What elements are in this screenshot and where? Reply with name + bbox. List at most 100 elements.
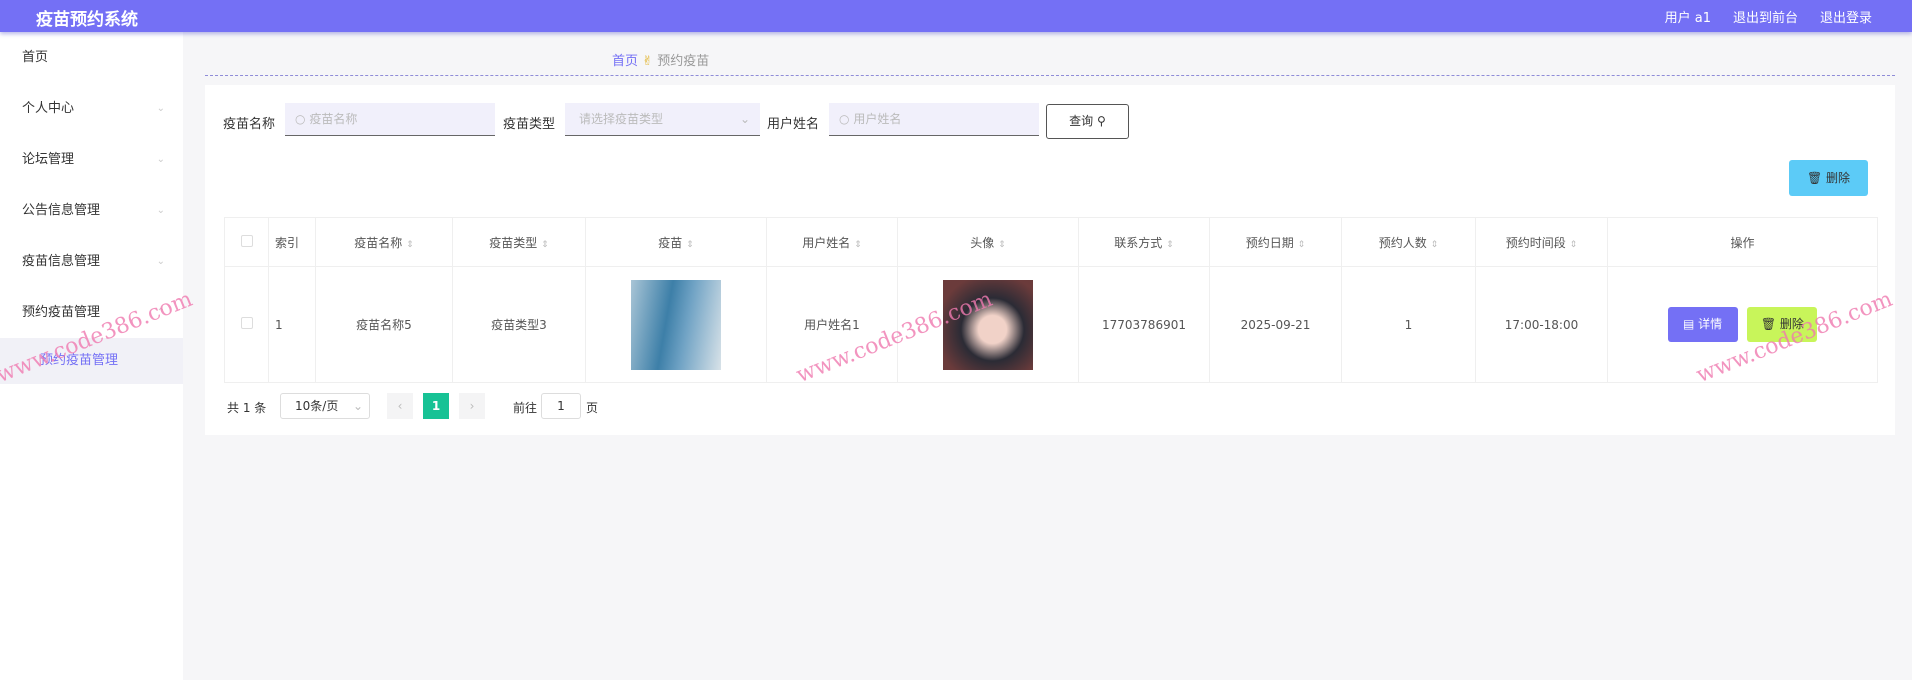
- chevron-down-icon: ⌄: [156, 103, 165, 114]
- sidebar-item-label: 首页: [22, 50, 49, 65]
- prev-page-button[interactable]: ‹: [387, 393, 413, 419]
- breadcrumb-home[interactable]: 首页: [612, 54, 638, 69]
- col-slot[interactable]: 预约时间段 ⇕: [1475, 217, 1608, 267]
- search-icon: ⚲: [1097, 114, 1106, 128]
- header-label: 预约时间段: [1505, 235, 1566, 250]
- user-name-label: 用户姓名: [767, 117, 820, 132]
- sidebar-item-vaccine-info[interactable]: 疫苗信息管理 ⌄: [0, 236, 183, 287]
- app-title: 疫苗预约系统: [36, 10, 138, 30]
- detail-button[interactable]: ▤ 详情: [1667, 307, 1738, 342]
- cell-name: 疫苗名称5: [315, 266, 453, 383]
- sort-icon: ⇕: [686, 239, 694, 250]
- sidebar-item-label: 个人中心: [22, 101, 75, 116]
- header-label: 头像: [970, 235, 995, 250]
- search-icon: ○: [839, 112, 850, 126]
- header-label: 预约人数: [1378, 235, 1427, 250]
- col-avatar[interactable]: 头像 ⇕: [897, 217, 1079, 267]
- divider: [205, 75, 1895, 76]
- goto-label: 前往: [513, 401, 538, 415]
- col-phone[interactable]: 联系方式 ⇕: [1078, 217, 1210, 267]
- user-name-input[interactable]: ○ 用户姓名: [829, 103, 1039, 136]
- cell-vaccine-image: [585, 266, 767, 383]
- sidebar-item-forum[interactable]: 论坛管理 ⌄: [0, 134, 183, 185]
- col-date[interactable]: 预约日期 ⇕: [1209, 217, 1342, 267]
- booking-table: 索引 疫苗名称 ⇕ 疫苗类型 ⇕ 疫苗 ⇕ 用户姓名 ⇕ 头像 ⇕ 联系方式 ⇕…: [224, 217, 1878, 383]
- goto-page-input[interactable]: 1: [541, 393, 581, 419]
- batch-delete-button[interactable]: 🗑 删除: [1789, 160, 1868, 196]
- sidebar-item-home[interactable]: 首页: [0, 32, 183, 83]
- cell-phone: 17703786901: [1078, 266, 1210, 383]
- breadcrumb-current: 预约疫苗: [657, 54, 710, 69]
- col-count[interactable]: 预约人数 ⇕: [1341, 217, 1476, 267]
- next-page-button[interactable]: ›: [459, 393, 485, 419]
- sort-icon: ⇕: [1166, 239, 1174, 250]
- page-size-select[interactable]: 10条/页 ⌄: [280, 393, 370, 419]
- header-label: 疫苗类型: [489, 235, 538, 250]
- cell-count: 1: [1341, 266, 1476, 383]
- hand-icon: ✌: [642, 54, 654, 69]
- placeholder: 疫苗名称: [309, 112, 358, 126]
- trash-icon: 🗑: [1760, 317, 1777, 331]
- placeholder: 请选择疫苗类型: [579, 112, 664, 126]
- sidebar-item-label: 公告信息管理: [22, 203, 101, 218]
- chevron-down-icon: ⌄: [352, 399, 363, 413]
- sort-icon: ⇕: [1569, 239, 1578, 250]
- chevron-down-icon: ⌄: [739, 112, 750, 126]
- page-size-value: 10条/页: [295, 399, 339, 413]
- cell-date: 2025-09-21: [1209, 266, 1342, 383]
- query-label: 查询: [1069, 114, 1094, 128]
- exit-to-front-link[interactable]: 退出到前台: [1733, 7, 1798, 26]
- page-1-button[interactable]: 1: [423, 393, 449, 419]
- delete-label: 删除: [1826, 171, 1851, 185]
- sort-icon: ⇕: [1297, 239, 1306, 250]
- col-vaccine[interactable]: 疫苗 ⇕: [585, 217, 767, 267]
- detail-label: 详情: [1698, 317, 1723, 331]
- trash-icon: 🗑: [1806, 171, 1823, 185]
- header-label: 用户姓名: [802, 235, 851, 250]
- header-label: 疫苗: [658, 235, 683, 250]
- content-panel: 疫苗名称 ○ 疫苗名称 疫苗类型 请选择疫苗类型 ⌄ 用户姓名 ○ 用户姓名 查询…: [205, 85, 1895, 435]
- sidebar-item-personal[interactable]: 个人中心 ⌄: [0, 83, 183, 134]
- search-icon: ○: [295, 112, 306, 126]
- sort-icon: ⇕: [1430, 239, 1439, 250]
- vaccine-image[interactable]: [631, 279, 721, 370]
- col-name[interactable]: 疫苗名称 ⇕: [315, 217, 453, 267]
- user-label: 用户 a1: [1664, 11, 1711, 26]
- vaccine-type-label: 疫苗类型: [503, 117, 556, 132]
- vaccine-name-input[interactable]: ○ 疫苗名称: [285, 103, 495, 136]
- col-user[interactable]: 用户姓名 ⇕: [766, 217, 898, 267]
- sidebar-item-label: 预约疫苗管理: [22, 305, 101, 320]
- sidebar-item-label: 论坛管理: [22, 152, 75, 167]
- top-header: 疫苗预约系统 用户 a1 退出到前台 退出登录: [0, 0, 1912, 32]
- query-button[interactable]: 查询 ⚲: [1046, 104, 1129, 139]
- vaccine-type-select[interactable]: 请选择疫苗类型 ⌄: [565, 103, 760, 136]
- sort-icon: ⇕: [854, 239, 862, 250]
- header-label: 疫苗名称: [354, 235, 403, 250]
- cell-type: 疫苗类型3: [452, 266, 586, 383]
- page-unit-label: 页: [586, 401, 599, 415]
- col-index: 索引: [268, 217, 316, 267]
- chevron-down-icon: ⌄: [156, 256, 165, 267]
- total-count: 共 1 条: [227, 401, 267, 415]
- chevron-down-icon: ⌄: [156, 154, 165, 165]
- table-row: 1 疫苗名称5 疫苗类型3 用户姓名1 17703786901 2025-09-…: [224, 266, 1878, 383]
- sort-icon: ⇕: [406, 239, 414, 250]
- sort-icon: ⇕: [541, 239, 549, 250]
- sidebar-item-label: 疫苗信息管理: [22, 254, 101, 269]
- header-label: 预约日期: [1245, 235, 1294, 250]
- chevron-down-icon: ⌄: [156, 205, 165, 216]
- select-all-checkbox[interactable]: [224, 217, 269, 267]
- sort-icon: ⇕: [998, 239, 1006, 250]
- cell-index: 1: [268, 266, 316, 383]
- table-header-row: 索引 疫苗名称 ⇕ 疫苗类型 ⇕ 疫苗 ⇕ 用户姓名 ⇕ 头像 ⇕ 联系方式 ⇕…: [224, 217, 1878, 267]
- document-icon: ▤: [1682, 317, 1695, 331]
- logout-link[interactable]: 退出登录: [1820, 7, 1872, 26]
- row-checkbox[interactable]: [224, 266, 269, 383]
- header-label: 联系方式: [1114, 235, 1163, 250]
- sidebar-item-notice[interactable]: 公告信息管理 ⌄: [0, 185, 183, 236]
- vaccine-name-label: 疫苗名称: [223, 117, 276, 132]
- placeholder: 用户姓名: [853, 112, 902, 126]
- col-actions: 操作: [1607, 217, 1878, 267]
- col-type[interactable]: 疫苗类型 ⇕: [452, 217, 586, 267]
- breadcrumb: 首页 ✌ 预约疫苗: [612, 50, 709, 69]
